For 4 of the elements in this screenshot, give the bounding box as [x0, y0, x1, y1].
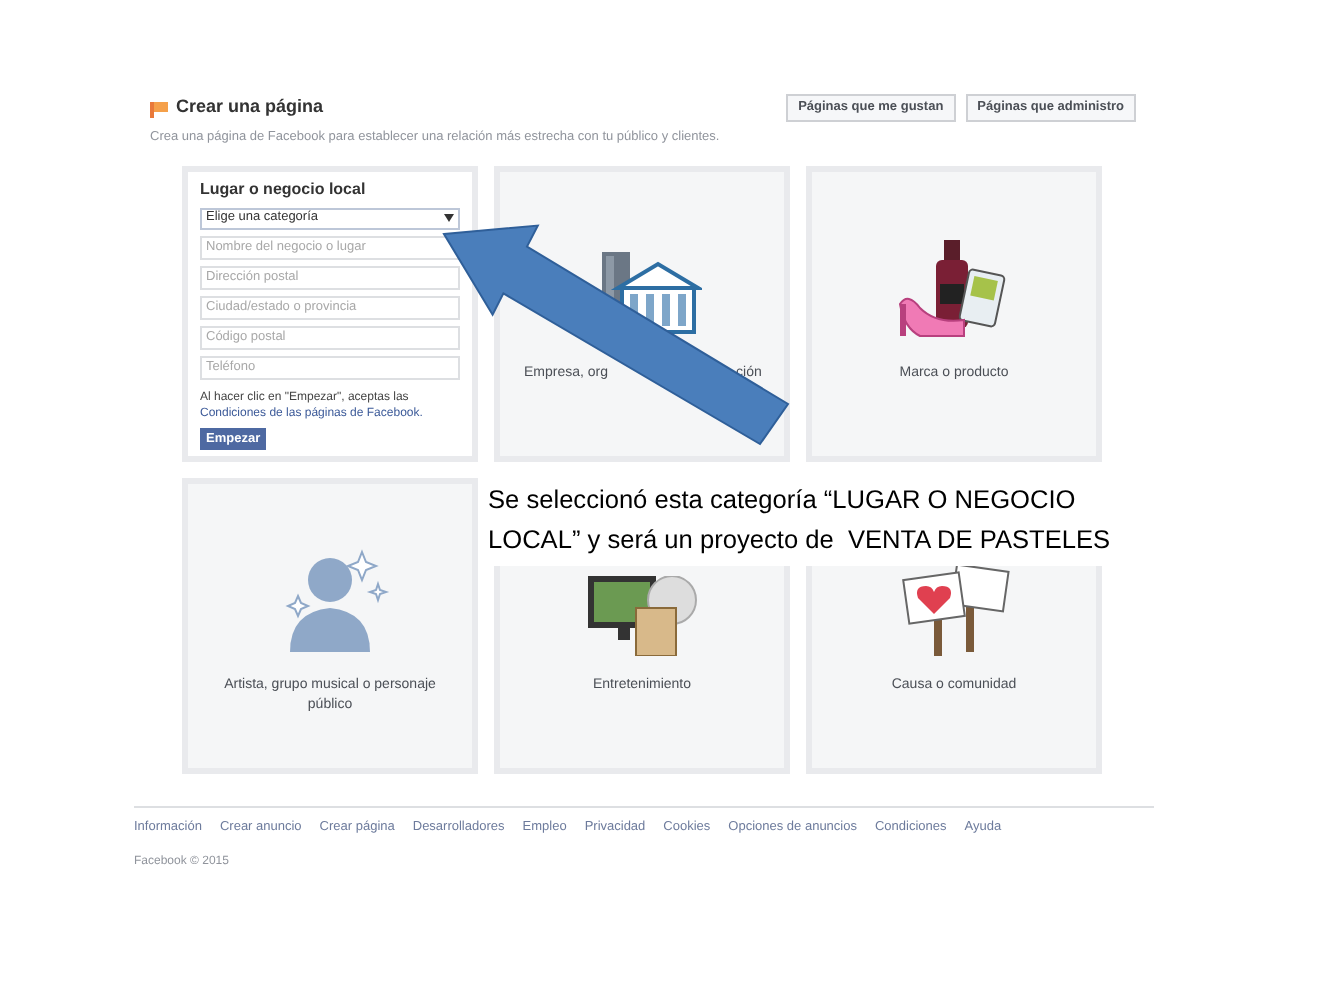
tv-and-book-icon [587, 575, 697, 656]
flag-icon [150, 99, 168, 117]
card-title: Lugar o negocio local [200, 177, 368, 202]
page-title: Crear una página [176, 94, 324, 121]
